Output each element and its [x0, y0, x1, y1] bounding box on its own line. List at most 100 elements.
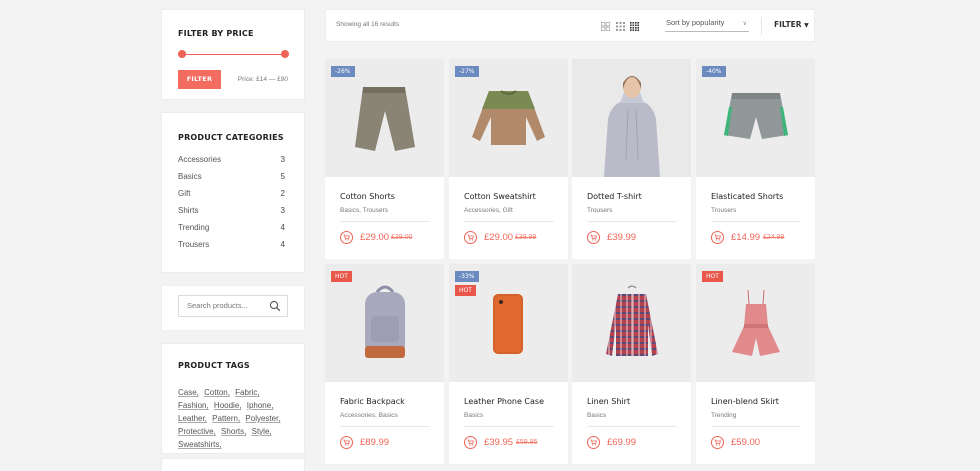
category-count: 4	[280, 223, 285, 232]
price-slider-track[interactable]	[181, 54, 287, 55]
category-label[interactable]: Trending	[178, 223, 209, 240]
price-slider-max-handle[interactable]	[281, 50, 289, 58]
hot-badge: HOT	[331, 271, 352, 282]
filter-toggle-label: FILTER	[774, 20, 802, 29]
search-box[interactable]	[178, 295, 288, 317]
product-image[interactable]	[572, 264, 691, 382]
sort-select[interactable]: Sort by popularity ∨	[665, 18, 749, 32]
product-categories[interactable]: Trending	[711, 412, 736, 419]
grid-3-icon[interactable]	[616, 22, 625, 31]
category-label[interactable]: Shirts	[178, 206, 198, 223]
add-to-cart-button[interactable]	[340, 231, 353, 244]
category-item-trending[interactable]: Trending 4	[178, 223, 285, 240]
sidebar-widget-partial	[161, 458, 305, 471]
product-card[interactable]: -27% Cotton Sweatshirt Accessories, Gift…	[449, 59, 568, 259]
category-item-trousers[interactable]: Trousers 4	[178, 240, 285, 257]
add-to-cart-button[interactable]	[340, 436, 353, 449]
product-card[interactable]: -33% HOT Leather Phone Case Basics £39.9…	[449, 264, 568, 464]
tag-link[interactable]: Protective,	[178, 427, 216, 436]
add-to-cart-button[interactable]	[587, 231, 600, 244]
tag-link[interactable]: Leather,	[178, 414, 207, 423]
price-filter-button[interactable]: FILTER	[178, 70, 221, 89]
product-card[interactable]: HOT Linen-blend Skirt Trending £59.00	[696, 264, 815, 464]
search-input[interactable]	[187, 301, 267, 310]
product-categories[interactable]: Accessories, Gift	[464, 207, 513, 214]
product-price: £29.00	[484, 232, 514, 243]
tag-link[interactable]: Case,	[178, 388, 199, 397]
add-to-cart-button[interactable]	[464, 436, 477, 449]
product-image[interactable]: -27%	[449, 59, 568, 177]
add-to-cart-button[interactable]	[711, 436, 724, 449]
product-name[interactable]: Leather Phone Case	[464, 397, 544, 406]
tag-link[interactable]: Pattern,	[212, 414, 240, 423]
add-to-cart-button[interactable]	[587, 436, 600, 449]
product-image[interactable]: -33% HOT	[449, 264, 568, 382]
product-name[interactable]: Elasticated Shorts	[711, 192, 783, 201]
toolbar-divider	[761, 17, 762, 35]
product-categories[interactable]: Basics	[464, 412, 483, 419]
tag-link[interactable]: Sweatshirts,	[178, 440, 222, 449]
cart-icon	[343, 439, 350, 446]
product-card[interactable]: HOT Fabric Backpack Accessories, Basics …	[325, 264, 444, 464]
category-item-basics[interactable]: Basics 5	[178, 172, 285, 189]
cart-icon	[467, 439, 474, 446]
tag-link[interactable]: Fabric,	[235, 388, 259, 397]
product-card[interactable]: -26% Cotton Shorts Basics, Trousers £29.…	[325, 59, 444, 259]
product-name[interactable]: Fabric Backpack	[340, 397, 405, 406]
product-card[interactable]: Dotted T-shirt Trousers £39.99	[572, 59, 691, 259]
product-image[interactable]: -26%	[325, 59, 444, 177]
tag-link[interactable]: Shorts,	[221, 427, 246, 436]
price-slider-min-handle[interactable]	[178, 50, 186, 58]
hot-badge: HOT	[455, 285, 476, 296]
tag-link[interactable]: Fashion,	[178, 401, 209, 410]
product-categories-widget: PRODUCT CATEGORIES Accessories 3 Basics 5 …	[161, 112, 305, 273]
card-divider	[340, 221, 430, 222]
search-icon[interactable]	[269, 300, 281, 312]
category-label[interactable]: Basics	[178, 172, 202, 189]
product-categories[interactable]: Trousers	[587, 207, 612, 214]
tag-link[interactable]: Polyester,	[245, 414, 280, 423]
cart-icon	[590, 234, 597, 241]
tag-link[interactable]: Iphone,	[247, 401, 274, 410]
product-name[interactable]: Linen-blend Skirt	[711, 397, 779, 406]
tags-title: PRODUCT TAGS	[178, 361, 250, 370]
grid-4-icon[interactable]	[630, 22, 639, 31]
grid-2-icon[interactable]	[601, 22, 610, 31]
product-name[interactable]: Cotton Shorts	[340, 192, 395, 201]
category-label[interactable]: Gift	[178, 189, 190, 206]
price-filter-widget: FILTER BY PRICE FILTER Price: £14 — £90	[161, 9, 305, 100]
tag-link[interactable]: Cotton,	[204, 388, 230, 397]
product-name[interactable]: Dotted T-shirt	[587, 192, 642, 201]
filter-toggle-button[interactable]: FILTER ▼	[774, 20, 809, 29]
category-item-gift[interactable]: Gift 2	[178, 189, 285, 206]
product-image[interactable]: HOT	[696, 264, 815, 382]
category-label[interactable]: Trousers	[178, 240, 209, 257]
product-card[interactable]: -40% Elasticated Shorts Trousers £14.99 …	[696, 59, 815, 259]
dotted-tshirt-image	[604, 76, 660, 177]
product-price: £39.95	[484, 437, 514, 448]
product-name[interactable]: Cotton Sweatshirt	[464, 192, 536, 201]
product-categories[interactable]: Basics	[587, 412, 606, 419]
product-image[interactable]: -40%	[696, 59, 815, 177]
sale-badge: -27%	[455, 66, 479, 77]
product-name[interactable]: Linen Shirt	[587, 397, 630, 406]
price-range-label: Price: £14 — £90	[237, 76, 288, 83]
tag-link[interactable]: Hoodie,	[214, 401, 242, 410]
product-card[interactable]: Linen Shirt Basics £69.99	[572, 264, 691, 464]
tag-link[interactable]: Style,	[252, 427, 272, 436]
shop-toolbar: Showing all 16 results Sort by popularit…	[325, 9, 815, 42]
cart-icon	[714, 234, 721, 241]
add-to-cart-button[interactable]	[464, 231, 477, 244]
product-tags-widget: PRODUCT TAGS Case, Cotton, Fabric, Fashi…	[161, 343, 305, 454]
product-old-price: £24.99	[763, 234, 785, 241]
product-image[interactable]: HOT	[325, 264, 444, 382]
card-divider	[464, 426, 554, 427]
product-categories[interactable]: Trousers	[711, 207, 736, 214]
add-to-cart-button[interactable]	[711, 231, 724, 244]
category-label[interactable]: Accessories	[178, 155, 221, 172]
category-item-shirts[interactable]: Shirts 3	[178, 206, 285, 223]
product-image[interactable]	[572, 59, 691, 177]
product-categories[interactable]: Accessories, Basics	[340, 412, 398, 419]
product-categories[interactable]: Basics, Trousers	[340, 207, 388, 214]
category-item-accessories[interactable]: Accessories 3	[178, 155, 285, 172]
